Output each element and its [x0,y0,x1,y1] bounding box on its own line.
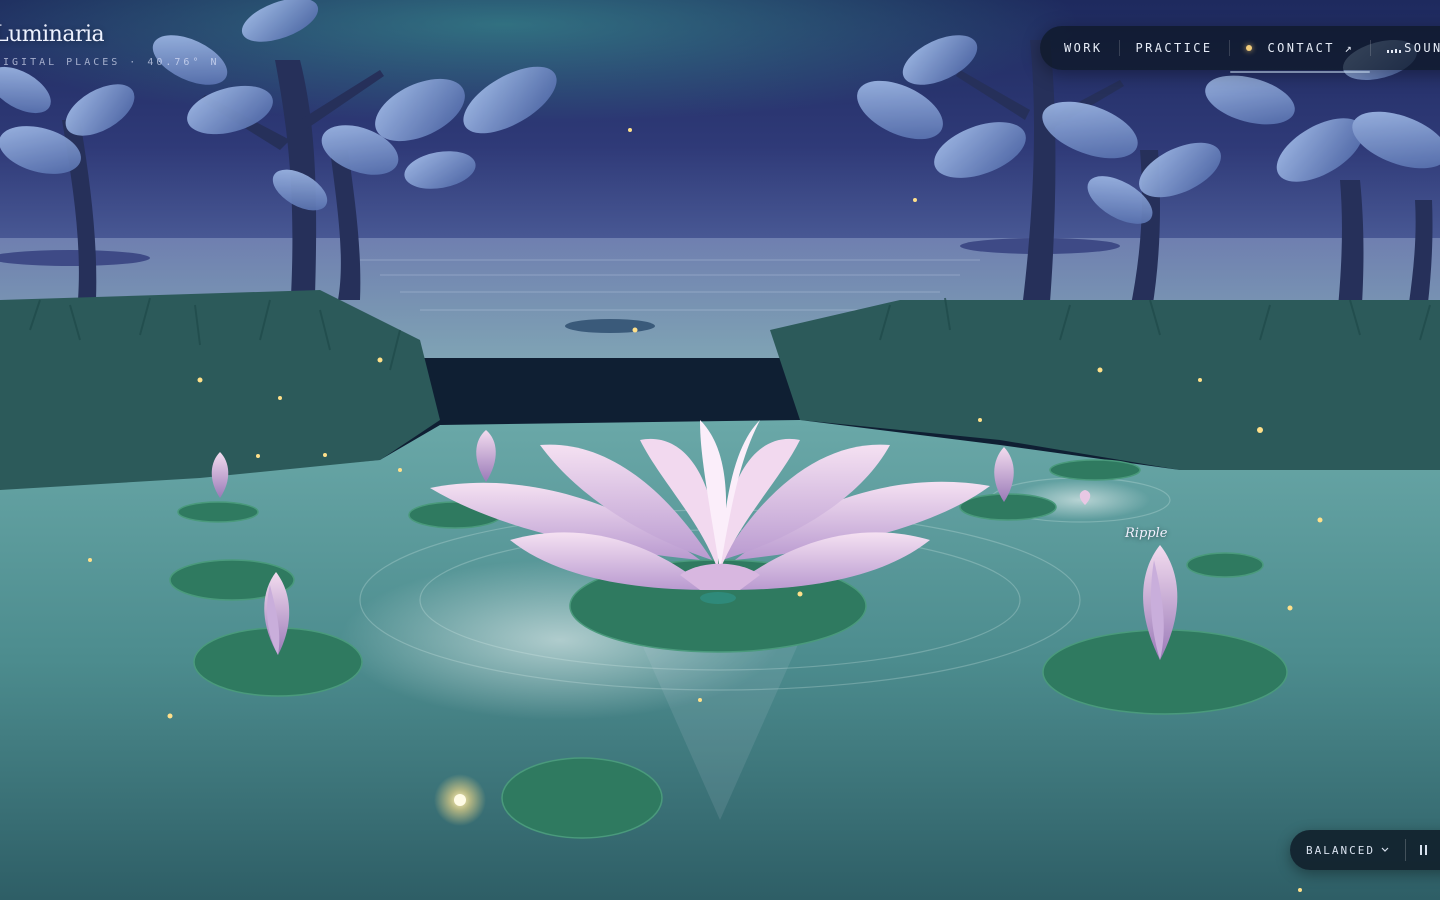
quality-control: BALANCED [1290,830,1440,870]
pond-scene[interactable] [0,0,1440,900]
nav-contact[interactable]: CONTACT ↗ [1229,26,1371,73]
pause-button[interactable] [1406,830,1440,870]
nav-sound-label: SOUND [1404,41,1440,55]
ripple-label: Ripple [1125,526,1168,541]
top-nav: WORK PRACTICE CONTACT ↗ SOUND [1040,26,1440,73]
nav-practice-label: PRACTICE [1135,41,1213,55]
pause-icon [1419,845,1427,855]
nav-work[interactable]: WORK [1048,26,1119,70]
chevron-down-icon [1381,847,1389,852]
nav-practice[interactable]: PRACTICE [1120,26,1229,70]
nav-contact-label: CONTACT ↗ [1267,41,1355,55]
sound-bars-icon [1387,43,1402,53]
brand-subtitle: DIGITAL PLACES · 40.76° N [0,57,220,68]
brand-title[interactable]: Luminaria [0,22,220,47]
nav-work-label: WORK [1064,41,1103,55]
quality-value: BALANCED [1306,843,1375,857]
active-dot-icon [1245,45,1252,51]
nav-sound[interactable]: SOUND [1371,26,1440,70]
quality-dropdown[interactable]: BALANCED [1290,830,1405,870]
brand[interactable]: Luminaria DIGITAL PLACES · 40.76° N [0,22,220,68]
